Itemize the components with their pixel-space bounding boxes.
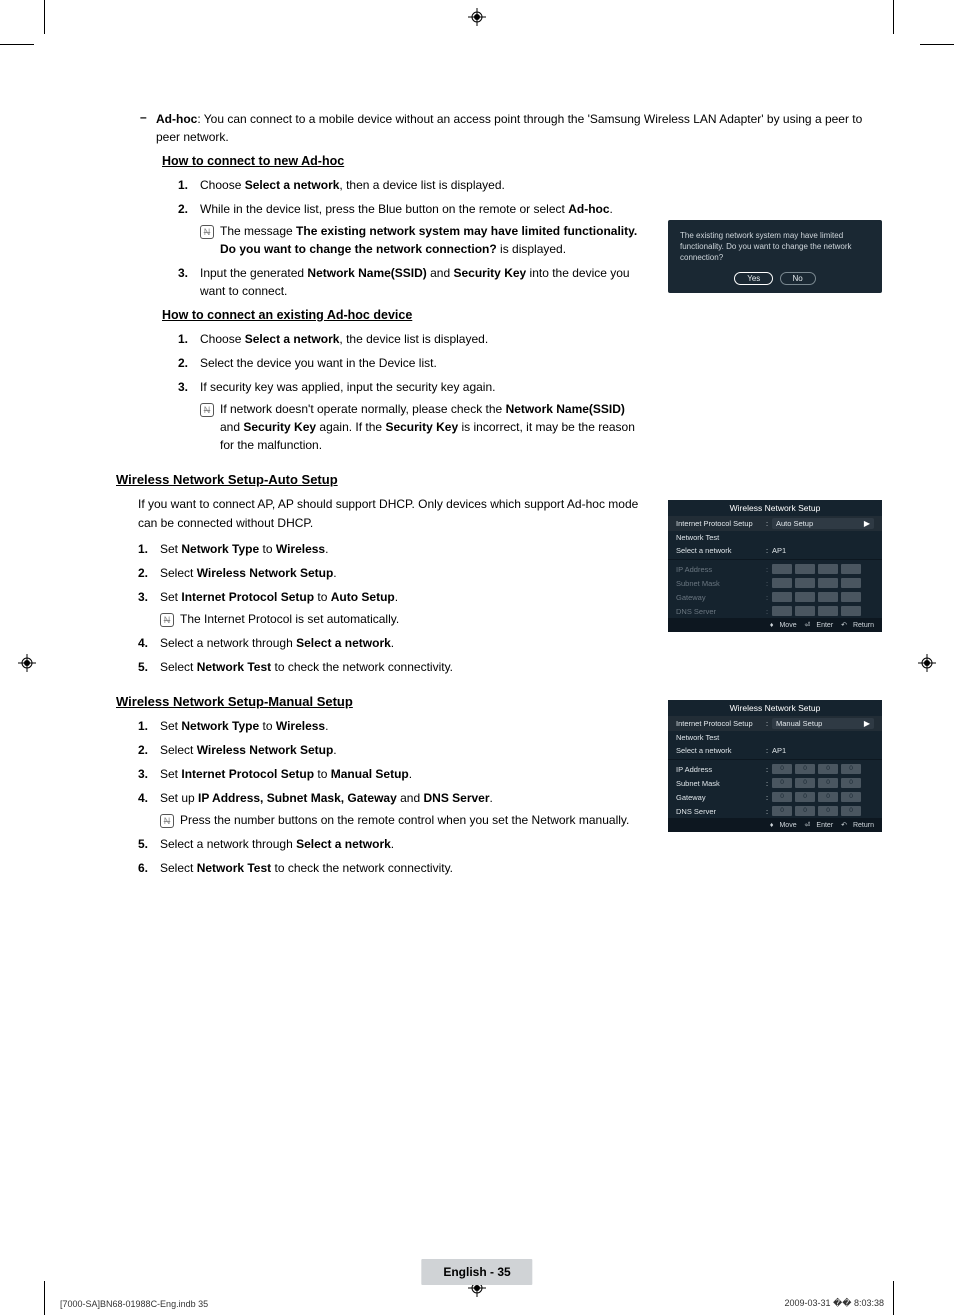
- menu-label: Gateway: [676, 593, 766, 602]
- menu-label: Internet Protocol Setup: [676, 719, 766, 728]
- menu-row-gateway[interactable]: Gateway: 0000: [668, 790, 882, 804]
- menu-label: Subnet Mask: [676, 579, 766, 588]
- nav-return-icon: ↶: [841, 622, 847, 629]
- page-number: English - 35: [421, 1259, 532, 1285]
- menu-label: Network Test: [676, 733, 766, 742]
- list-item: 5.Select Network Test to check the netwo…: [138, 658, 884, 676]
- registration-mark-icon: [918, 654, 936, 672]
- list-item: 4.Select a network through Select a netw…: [138, 634, 884, 652]
- menu-row-subnet[interactable]: Subnet Mask: 0000: [668, 776, 882, 790]
- crop-mark: [893, 1281, 894, 1315]
- menu-label: IP Address: [676, 565, 766, 574]
- list-item: 5.Select a network through Select a netw…: [138, 835, 884, 853]
- menu-row-select-network[interactable]: Select a network : AP1: [668, 544, 882, 557]
- heading-connect-existing-adhoc: How to connect an existing Ad-hoc device: [162, 308, 884, 322]
- note-icon: N: [160, 811, 180, 829]
- registration-mark-icon: [18, 654, 36, 672]
- wireless-setup-menu-auto: Wireless Network Setup Internet Protocol…: [668, 500, 882, 632]
- menu-row-ips[interactable]: Internet Protocol Setup : Manual Setup▶: [668, 716, 882, 731]
- menu-title: Wireless Network Setup: [668, 500, 882, 516]
- dialog-message: The existing network system may have lim…: [680, 230, 870, 264]
- nav-enter-icon: ⏎: [805, 622, 811, 629]
- chevron-right-icon: ▶: [864, 719, 870, 728]
- list-item: 6.Select Network Test to check the netwo…: [138, 859, 884, 877]
- crop-mark: [0, 44, 34, 45]
- note-icon: N: [160, 610, 180, 628]
- wireless-setup-menu-manual: Wireless Network Setup Internet Protocol…: [668, 700, 882, 832]
- menu-row-dns[interactable]: DNS Server: 0000: [668, 804, 882, 818]
- menu-label: Subnet Mask: [676, 779, 766, 788]
- crop-mark: [44, 1281, 45, 1315]
- menu-row-ip[interactable]: IP Address: 0000: [668, 762, 882, 776]
- menu-label: Select a network: [676, 546, 766, 555]
- menu-row-ips[interactable]: Internet Protocol Setup : Auto Setup▶: [668, 516, 882, 531]
- menu-row-ip: IP Address:: [668, 562, 882, 576]
- menu-value: Auto Setup: [776, 519, 813, 528]
- note-icon: N: [200, 222, 220, 258]
- dialog-yes-button[interactable]: Yes: [734, 272, 773, 285]
- menu-row-network-test[interactable]: Network Test: [668, 531, 882, 544]
- list-item: 1. Choose Select a network, the device l…: [178, 330, 884, 348]
- menu-label: Select a network: [676, 746, 766, 755]
- menu-value: AP1: [772, 546, 874, 555]
- crop-mark: [920, 44, 954, 45]
- menu-row-gateway: Gateway:: [668, 590, 882, 604]
- list-item: 3. If security key was applied, input th…: [178, 378, 884, 454]
- adhoc-intro: – Ad-hoc: You can connect to a mobile de…: [140, 110, 884, 146]
- crop-mark: [44, 0, 45, 34]
- registration-mark-icon: [468, 8, 486, 26]
- confirmation-dialog: The existing network system may have lim…: [668, 220, 882, 293]
- menu-row-network-test[interactable]: Network Test: [668, 731, 882, 744]
- menu-title: Wireless Network Setup: [668, 700, 882, 716]
- crop-mark: [893, 0, 894, 34]
- menu-label: Gateway: [676, 793, 766, 802]
- menu-label: DNS Server: [676, 607, 766, 616]
- menu-row-subnet: Subnet Mask:: [668, 576, 882, 590]
- heading-connect-new-adhoc: How to connect to new Ad-hoc: [162, 154, 884, 168]
- nav-enter-icon: ⏎: [805, 822, 811, 829]
- menu-label: DNS Server: [676, 807, 766, 816]
- menu-label: IP Address: [676, 765, 766, 774]
- menu-row-dns: DNS Server:: [668, 604, 882, 618]
- nav-move-icon: ♦: [770, 822, 774, 829]
- nav-move-icon: ♦: [770, 622, 774, 629]
- list-item: 2. Select the device you want in the Dev…: [178, 354, 884, 372]
- list-item: 1. Choose Select a network, then a devic…: [178, 176, 884, 194]
- heading-auto-setup: Wireless Network Setup-Auto Setup: [116, 472, 884, 487]
- menu-footer: ♦Move ⏎Enter ↶Return: [668, 618, 882, 632]
- menu-row-select-network[interactable]: Select a network : AP1: [668, 744, 882, 757]
- nav-return-icon: ↶: [841, 822, 847, 829]
- print-footer-right: 2009-03-31 �� 8:03:38: [784, 1298, 884, 1309]
- menu-label: Internet Protocol Setup: [676, 519, 766, 528]
- dialog-no-button[interactable]: No: [780, 272, 816, 285]
- menu-footer: ♦Move ⏎Enter ↶Return: [668, 818, 882, 832]
- chevron-right-icon: ▶: [864, 519, 870, 528]
- note-icon: N: [200, 400, 220, 454]
- menu-value: Manual Setup: [776, 719, 822, 728]
- print-footer-left: [7000-SA]BN68-01988C-Eng.indb 35: [60, 1299, 208, 1309]
- menu-value: AP1: [772, 746, 874, 755]
- menu-label: Network Test: [676, 533, 766, 542]
